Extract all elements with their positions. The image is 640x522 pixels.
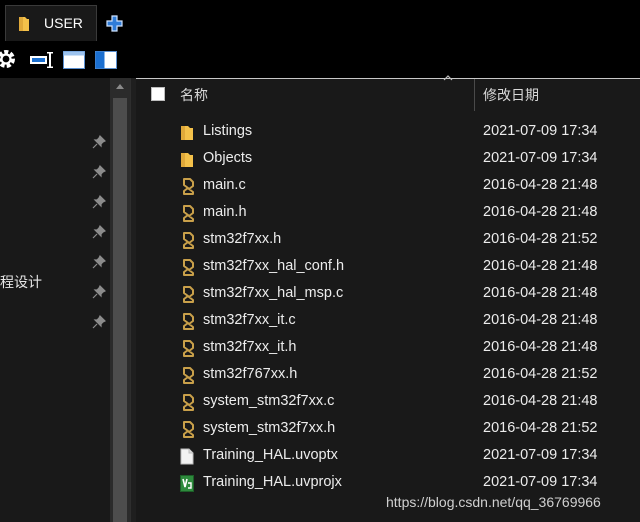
source-file-icon — [183, 232, 194, 249]
file-name: stm32f7xx.h — [203, 231, 282, 247]
pin-icon[interactable] — [92, 315, 106, 329]
file-name: main.c — [203, 177, 246, 193]
scroll-up-arrow-icon[interactable] — [116, 84, 124, 89]
file-date-modified: 2021-07-09 17:34 — [483, 150, 598, 166]
preview-pane-icon[interactable] — [30, 51, 54, 69]
tab-user[interactable]: USER — [5, 5, 97, 41]
keil-project-icon — [180, 475, 194, 492]
column-header-date-modified[interactable]: 修改日期 — [483, 85, 539, 105]
file-name: system_stm32f7xx.h — [203, 420, 336, 436]
file-name: Training_HAL.uvoptx — [203, 447, 338, 463]
file-row[interactable]: stm32f7xx_hal_conf.h 2016-04-28 21:48 — [136, 254, 640, 281]
source-file-icon — [183, 367, 194, 384]
scrollbar-thumb[interactable] — [113, 98, 127, 522]
column-header-name[interactable]: 名称 — [180, 85, 208, 105]
file-list: Listings 2021-07-09 17:34 Objects 2021-07-0… — [136, 119, 640, 497]
source-file-icon — [183, 340, 194, 357]
file-date-modified: 2016-04-28 21:48 — [483, 204, 598, 220]
sidebar-scrollbar[interactable] — [110, 78, 130, 522]
file-name: main.h — [203, 204, 247, 220]
file-name: stm32f767xx.h — [203, 366, 298, 382]
quick-access-item-label[interactable]: 程设计 — [0, 272, 42, 292]
file-date-modified: 2016-04-28 21:48 — [483, 258, 598, 274]
file-row[interactable]: stm32f7xx_it.h 2016-04-28 21:48 — [136, 335, 640, 362]
blank-document-icon — [180, 448, 194, 465]
source-file-icon — [183, 178, 194, 195]
navigation-pane-icon[interactable] — [95, 51, 117, 69]
file-row[interactable]: stm32f7xx_it.c 2016-04-28 21:48 — [136, 308, 640, 335]
file-row[interactable]: Training_HAL.uvprojx 2021-07-09 17:34 — [136, 470, 640, 497]
file-row[interactable]: stm32f7xx.h 2016-04-28 21:52 — [136, 227, 640, 254]
toolbar — [0, 42, 640, 78]
file-row[interactable]: Objects 2021-07-09 17:34 — [136, 146, 640, 173]
file-row[interactable]: Training_HAL.uvoptx 2021-07-09 17:34 — [136, 443, 640, 470]
file-row[interactable]: Listings 2021-07-09 17:34 — [136, 119, 640, 146]
file-date-modified: 2016-04-28 21:52 — [483, 231, 598, 247]
file-date-modified: 2016-04-28 21:48 — [483, 339, 598, 355]
file-date-modified: 2016-04-28 21:48 — [483, 393, 598, 409]
file-date-modified: 2016-04-28 21:48 — [483, 177, 598, 193]
pin-icon[interactable] — [92, 225, 106, 239]
watermark: https://blog.csdn.net/qq_36769966 — [386, 494, 601, 510]
file-row[interactable]: main.h 2016-04-28 21:48 — [136, 200, 640, 227]
source-file-icon — [183, 421, 194, 438]
source-file-icon — [183, 205, 194, 222]
file-date-modified: 2016-04-28 21:48 — [483, 312, 598, 328]
file-row[interactable]: stm32f7xx_hal_msp.c 2016-04-28 21:48 — [136, 281, 640, 308]
file-list-pane: 名称 修改日期 Listings 2021-07-09 17:34 Objects 2… — [136, 75, 640, 522]
source-file-icon — [183, 313, 194, 330]
pin-icon[interactable] — [92, 255, 106, 269]
sort-ascending-icon — [443, 75, 453, 81]
file-row[interactable]: main.c 2016-04-28 21:48 — [136, 173, 640, 200]
file-date-modified: 2016-04-28 21:52 — [483, 366, 598, 382]
new-tab-plus-icon[interactable] — [106, 15, 123, 32]
source-file-icon — [183, 394, 194, 411]
select-all-checkbox[interactable] — [151, 87, 165, 101]
details-pane-icon[interactable] — [63, 51, 85, 69]
file-date-modified: 2016-04-28 21:52 — [483, 420, 598, 436]
folder-icon — [19, 17, 29, 31]
tab-bar: USER — [0, 0, 640, 42]
folder-icon — [181, 153, 193, 167]
file-name: stm32f7xx_hal_msp.c — [203, 285, 344, 301]
pin-icon[interactable] — [92, 135, 106, 149]
file-row[interactable]: system_stm32f7xx.c 2016-04-28 21:48 — [136, 389, 640, 416]
file-name: system_stm32f7xx.c — [203, 393, 335, 409]
column-divider[interactable] — [474, 79, 475, 111]
pin-icon[interactable] — [92, 165, 106, 179]
file-name: Objects — [203, 150, 253, 166]
file-name: stm32f7xx_it.c — [203, 312, 296, 328]
file-name: Training_HAL.uvprojx — [203, 474, 342, 490]
file-name: stm32f7xx_it.h — [203, 339, 297, 355]
tab-label: USER — [44, 15, 83, 31]
source-file-icon — [183, 259, 194, 276]
source-file-icon — [183, 286, 194, 303]
file-name: Listings — [203, 123, 253, 139]
file-date-modified: 2021-07-09 17:34 — [483, 123, 598, 139]
gear-icon[interactable] — [0, 47, 18, 71]
file-date-modified: 2021-07-09 17:34 — [483, 474, 598, 490]
file-date-modified: 2016-04-28 21:48 — [483, 285, 598, 301]
file-row[interactable]: system_stm32f7xx.h 2016-04-28 21:52 — [136, 416, 640, 443]
folder-icon — [181, 126, 193, 140]
file-date-modified: 2021-07-09 17:34 — [483, 447, 598, 463]
file-row[interactable]: stm32f767xx.h 2016-04-28 21:52 — [136, 362, 640, 389]
file-name: stm32f7xx_hal_conf.h — [203, 258, 345, 274]
pin-icon[interactable] — [92, 195, 106, 209]
pin-icon[interactable] — [92, 285, 106, 299]
